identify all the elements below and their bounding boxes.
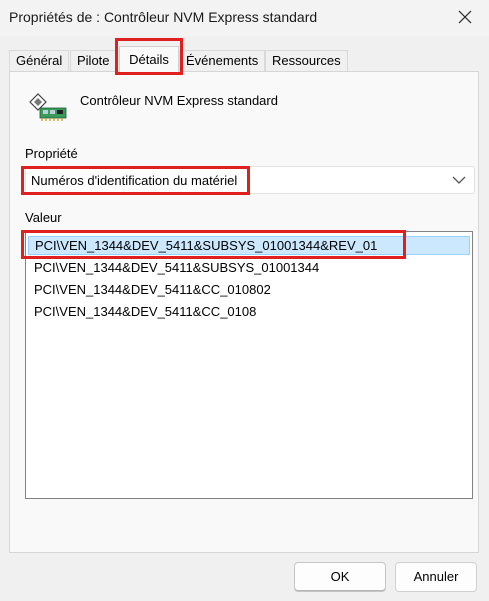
ok-button[interactable]: OK (294, 562, 386, 592)
tab-resources[interactable]: Ressources (265, 50, 348, 71)
tab-driver[interactable]: Pilote (70, 50, 117, 71)
tab-events[interactable]: Événements (179, 50, 266, 71)
close-button[interactable] (443, 0, 489, 36)
value-listbox[interactable]: PCI\VEN_1344&DEV_5411&SUBSYS_01001344&RE… (25, 231, 473, 499)
list-item[interactable]: PCI\VEN_1344&DEV_5411&SUBSYS_01001344&RE… (28, 236, 470, 255)
list-item[interactable]: PCI\VEN_1344&DEV_5411&CC_0108 (28, 302, 470, 321)
tab-general[interactable]: Général (9, 50, 70, 71)
list-item[interactable]: PCI\VEN_1344&DEV_5411&CC_010802 (28, 280, 470, 299)
tab-details[interactable]: Détails (119, 46, 179, 72)
property-label: Propriété (25, 146, 78, 161)
chevron-down-icon (452, 176, 466, 184)
list-item[interactable]: PCI\VEN_1344&DEV_5411&SUBSYS_01001344 (28, 258, 470, 277)
property-selected-value: Numéros d'identification du matériel (31, 173, 238, 188)
property-dropdown[interactable]: Numéros d'identification du matériel (25, 166, 475, 194)
title-bar: Propriétés de : Contrôleur NVM Express s… (0, 0, 489, 36)
device-name: Contrôleur NVM Express standard (80, 93, 278, 108)
storage-controller-icon (29, 93, 67, 121)
close-icon (458, 10, 472, 24)
value-label: Valeur (25, 210, 62, 225)
window-title: Propriétés de : Contrôleur NVM Express s… (9, 9, 318, 25)
cancel-button[interactable]: Annuler (395, 562, 477, 592)
